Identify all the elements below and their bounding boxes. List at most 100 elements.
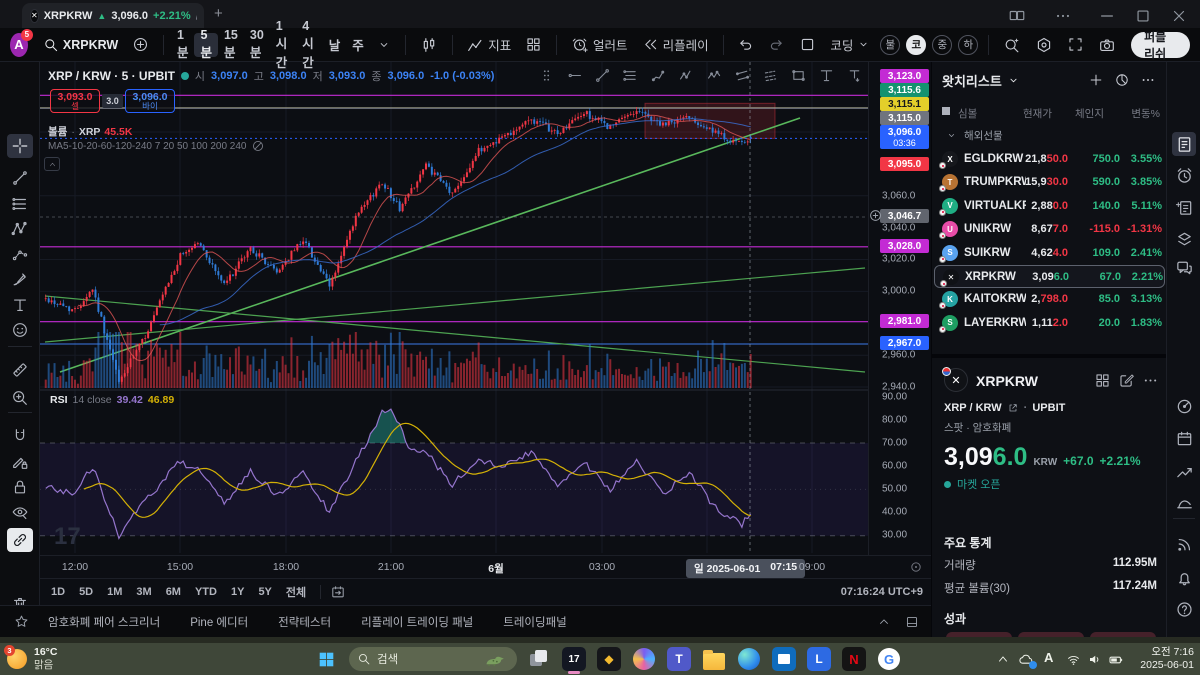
panel-tab[interactable]: 트레이딩패널 [503,614,566,630]
layout-name-button[interactable]: 코딩 [823,32,877,58]
panel-tab[interactable]: 전략테스터 [278,614,331,630]
replay-button[interactable]: 리플레이 [635,32,716,58]
layout-badge-중[interactable]: 중 [932,35,952,55]
flag-column-icon[interactable] [942,106,950,118]
multi-monitor-icon[interactable] [1008,7,1026,25]
trend-line-tool[interactable] [7,166,33,190]
interval-주[interactable]: 주 [346,33,370,57]
taskbar-app-task-view[interactable] [527,647,551,671]
xabcd-tool[interactable] [7,217,33,241]
float-channel2[interactable] [762,67,779,84]
add-alert-plus-icon[interactable] [868,208,883,223]
indicator-templates-button[interactable] [518,32,549,58]
start-button[interactable] [314,647,338,671]
time-axis[interactable]: 일 2025-06-01 07:15 12:0015:0018:0021:006… [40,555,931,578]
taskbar-app-teams[interactable]: T [667,647,691,671]
interval-5분[interactable]: 5분 [194,33,218,57]
panel-tab[interactable]: Pine 에디터 [190,614,248,630]
close-button[interactable] [1170,7,1188,25]
range-3M[interactable]: 3M [136,586,151,598]
zoom-in-tool[interactable] [7,386,33,410]
window-menu-icon[interactable] [1054,7,1072,25]
emoji-tool[interactable] [7,318,33,342]
float-trend-line[interactable] [594,67,611,84]
float-zigzag[interactable] [678,67,695,84]
ruler-tool[interactable] [7,358,33,382]
volume-legend[interactable]: 볼륨 · XRP 45.5K [48,124,132,139]
fullscreen-button[interactable] [1060,32,1091,58]
range-1M[interactable]: 1M [107,586,122,598]
lock-tool[interactable] [7,475,33,499]
detail-pair[interactable]: XRP / KRW [944,402,1002,414]
watchlist-row-EGLDKRW[interactable]: XEGLDKRW21,850.0750.03.55% [934,148,1165,171]
taskbar-search[interactable]: 검색 [349,647,517,671]
magnet-tool[interactable] [7,424,33,448]
symbol-search-button[interactable]: XRPKRW [36,32,125,58]
user-avatar[interactable]: A5 [10,33,28,57]
hlines-tool[interactable] [7,192,33,216]
minimize-button[interactable] [1098,7,1116,25]
settings-button[interactable] [1028,32,1060,58]
taskbar-app-binance[interactable]: ◆ [597,647,621,671]
snapshot-button[interactable] [1091,32,1123,58]
collapse-panel-icon[interactable] [877,615,891,629]
layout-badge-코[interactable]: 코 [906,35,926,55]
column-price[interactable]: 현재가 [1016,106,1052,121]
legend-collapse-button[interactable] [44,157,60,171]
redo-button[interactable] [761,32,792,58]
watchlist-row-KAITOKRW[interactable]: KKAITOKRW2,798.085.03.13% [934,288,1165,311]
float-polyline[interactable] [650,67,667,84]
rsi-legend[interactable]: RSI 14 close 39.42 46.89 [50,394,174,406]
buy-button[interactable]: 3,096.0 바이 [125,89,175,113]
float-hray[interactable] [566,67,583,84]
watchlist-row-LAYERKRW[interactable]: SLAYERKRW1,112.020.01.83% [934,312,1165,335]
scroll-to-realtime-icon[interactable] [909,560,923,574]
ideas-panel[interactable] [1172,459,1196,483]
quick-search-button[interactable] [996,32,1028,58]
layout-badge-불[interactable]: 불 [880,35,900,55]
favorites-star-icon[interactable] [14,614,29,629]
layout-button[interactable] [792,32,823,58]
float-drag-dots[interactable] [538,67,555,84]
detail-compose-icon[interactable] [1118,372,1135,389]
taskbar-app-google[interactable]: G [877,647,901,671]
add-symbol-button[interactable] [125,32,156,58]
watchlist-row-XRPKRW[interactable]: ✕XRPKRW3,096.067.02.21% [934,265,1165,288]
taskbar-clock[interactable]: 오전 7:16 2025-06-01 [1140,646,1194,672]
publish-button[interactable]: 퍼블리쉬 [1131,32,1190,58]
detail-exchange[interactable]: UPBIT [1032,402,1065,414]
tray-expand-icon[interactable] [996,652,1010,666]
panel-tab[interactable]: 암호화폐 페어 스크리너 [48,614,160,630]
object-tree-panel[interactable] [1172,227,1196,251]
app-tab-xrpkrw[interactable]: ✕ XRPKRW ▲ 3,096.0 +2.21% / 코딩 [22,3,204,28]
range-1D[interactable]: 1D [51,586,65,598]
restore-panel-icon[interactable] [905,615,919,629]
weather-widget[interactable]: 3 [7,647,31,671]
panel-tab[interactable]: 리플레이 트레이딩 패널 [361,614,473,630]
streams-panel[interactable] [1172,532,1196,556]
ma-legend[interactable]: MA5-10-20-60-120-240 7 20 50 100 200 240 [48,139,265,153]
notifications-panel[interactable] [1172,565,1196,589]
column-pct[interactable]: 변동% [1124,106,1160,121]
help-panel[interactable] [1172,597,1196,621]
taskbar-app-explorer[interactable] [702,647,726,671]
float-rect-tool[interactable] [790,67,807,84]
hotlist-panel[interactable] [1172,394,1196,418]
float-text-tool[interactable] [818,67,835,84]
range-5D[interactable]: 5D [79,586,93,598]
forecast-tool[interactable] [7,242,33,266]
chart-style-button[interactable] [413,32,445,58]
scripts-panel[interactable] [1172,490,1196,514]
brush-tool[interactable] [7,267,33,291]
watchlist-add-icon[interactable] [1088,72,1104,88]
news-panel[interactable] [1172,195,1196,219]
watchlist-row-UNIKRW[interactable]: UUNIKRW8,677.0-115.0-1.31% [934,218,1165,241]
go-to-date-icon[interactable] [330,584,346,600]
taskbar-app-lightroom[interactable]: L [807,647,831,671]
range-전체[interactable]: 전체 [286,584,306,600]
taskbar-app-edge[interactable] [737,647,761,671]
draw-lock-tool[interactable] [7,450,33,474]
chat-panel[interactable] [1172,255,1196,279]
volume-icon[interactable] [1087,652,1102,667]
interval-30분[interactable]: 30분 [244,33,270,57]
